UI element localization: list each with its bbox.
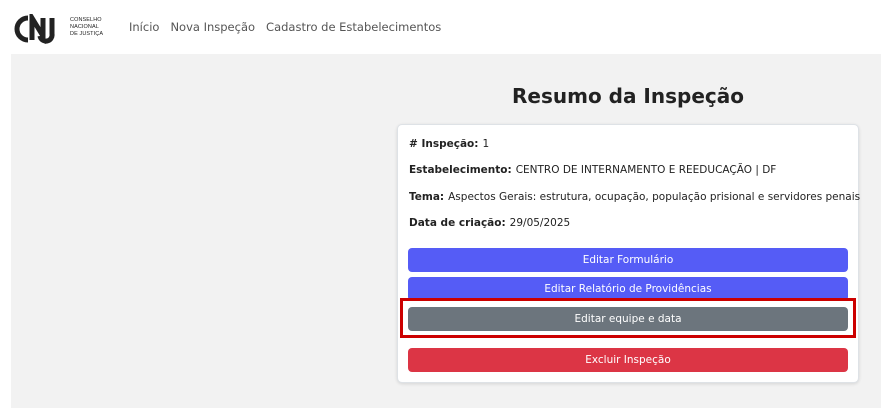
logo-line-2: NACIONAL [70,23,99,30]
nav-link-inicio[interactable]: Início [129,20,159,34]
creation-date-label: Data de criação: [409,217,506,229]
delete-inspection-button[interactable]: Excluir Inspeção [408,348,848,372]
navbar: CONSELHO NACIONAL DE JUSTIÇA Início Nova… [0,0,889,54]
inspection-number-field: # Inspeção: 1 [409,138,489,150]
cnj-logo[interactable]: CONSELHO NACIONAL DE JUSTIÇA [14,14,109,44]
page-title: Resumo da Inspeção [512,84,744,108]
cnj-logo-text: CONSELHO NACIONAL DE JUSTIÇA [70,17,103,37]
logo-line-3: DE JUSTIÇA [70,30,104,37]
logo-line-1: CONSELHO [70,17,102,23]
creation-date-field: Data de criação: 29/05/2025 [409,217,570,229]
inspection-number-value: 1 [482,138,490,150]
edit-team-date-button[interactable]: Editar equipe e data [408,307,848,331]
inspection-number-label: # Inspeção: [409,138,479,150]
cnj-logo-mark-icon [14,14,55,44]
nav-link-cadastro-estabelecimentos[interactable]: Cadastro de Estabelecimentos [266,20,441,34]
theme-value: Aspectos Gerais: estrutura, ocupação, po… [448,191,861,203]
creation-date-value: 29/05/2025 [509,217,571,229]
establishment-field: Estabelecimento: CENTRO DE INTERNAMENTO E… [409,164,776,176]
establishment-label: Estabelecimento: [409,164,512,176]
inspection-summary-card: # Inspeção: 1 Estabelecimento: CENTRO DE I… [397,124,860,383]
nav-link-nova-inspecao[interactable]: Nova Inspeção [170,20,255,34]
edit-form-button[interactable]: Editar Formulário [408,248,848,272]
establishment-value: CENTRO DE INTERNAMENTO E REEDUCAÇÃO | DF [515,164,777,176]
theme-field: Tema: Aspectos Gerais: estrutura, ocupaçã… [409,191,860,203]
edit-report-button[interactable]: Editar Relatório de Providências [408,277,848,301]
nav-links: Início Nova Inspeção Cadastro de Estabel… [129,20,441,34]
theme-label: Tema: [409,191,445,203]
